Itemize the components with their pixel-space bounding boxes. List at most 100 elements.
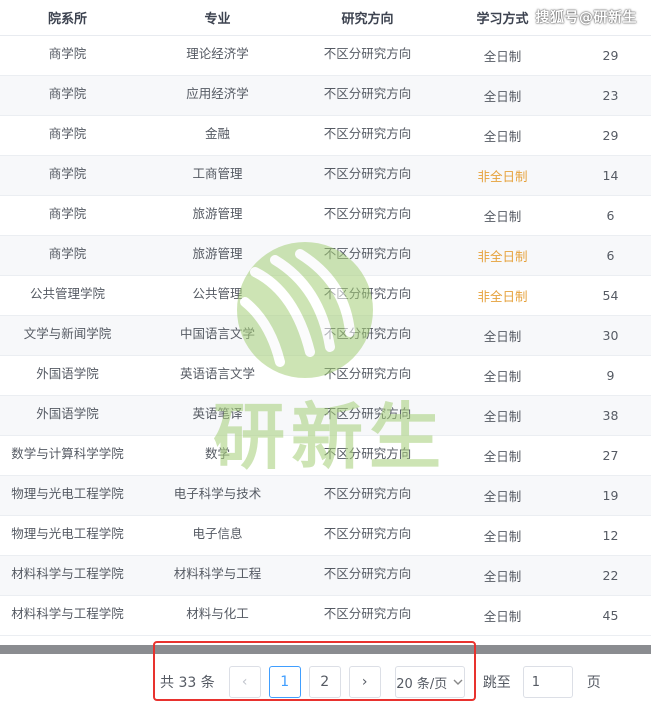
cell-study-mode: 全日制 — [483, 409, 522, 424]
jump-label: 跳至 — [482, 675, 511, 691]
table-row[interactable]: 物理与光电工程学院 电子信息 不区分研究方向 全日制 12 — [0, 516, 651, 556]
total-count: 共 33 条 — [160, 675, 215, 691]
cell-dept: 商学院 — [48, 246, 87, 261]
cell-direction: 不区分研究方向 — [323, 206, 412, 221]
table-row[interactable]: 物理与光电工程学院 电子科学与技术 不区分研究方向 全日制 19 — [0, 476, 651, 516]
cell-major: 英语语言文学 — [179, 366, 255, 381]
cell-study-mode: 全日制 — [483, 209, 522, 224]
cell-study-mode: 全日制 — [483, 129, 522, 144]
table-row[interactable]: 商学院 工商管理 不区分研究方向 非全日制 14 — [0, 156, 651, 196]
page-size-select[interactable]: 20 条/页 — [394, 666, 465, 698]
column-header-dept[interactable]: 院系所 — [0, 8, 135, 27]
horizontal-scrollbar[interactable] — [0, 645, 651, 654]
cell-major: 电子信息 — [192, 526, 243, 541]
cell-major: 工商管理 — [192, 166, 243, 181]
source-watermark: 搜狐号@研新生 — [535, 10, 637, 26]
cell-direction: 不区分研究方向 — [323, 126, 412, 141]
table-row[interactable]: 商学院 旅游管理 不区分研究方向 全日制 6 — [0, 196, 651, 236]
cell-study-mode: 非全日制 — [477, 289, 528, 304]
cell-dept: 商学院 — [48, 46, 87, 61]
cell-direction: 不区分研究方向 — [323, 366, 412, 381]
cell-dept: 商学院 — [48, 126, 87, 141]
cell-major: 公共管理 — [192, 286, 243, 301]
cell-direction: 不区分研究方向 — [323, 486, 412, 501]
cell-direction: 不区分研究方向 — [323, 526, 412, 541]
pagination: 共 33 条 ‹ 1 2 › 20 条/页 跳至 页 — [160, 666, 601, 698]
column-header-direction[interactable]: 研究方向 — [300, 8, 435, 27]
cell-dept: 物理与光电工程学院 — [11, 526, 124, 541]
cell-major: 材料科学与工程 — [173, 566, 262, 581]
chevron-down-icon — [453, 679, 463, 685]
page-suffix: 页 — [586, 675, 601, 691]
prev-page-button[interactable]: ‹ — [228, 666, 261, 698]
cell-direction: 不区分研究方向 — [323, 86, 412, 101]
table-row[interactable]: 数学与计算科学学院 数学 不区分研究方向 全日制 27 — [0, 436, 651, 476]
cell-count: 27 — [602, 448, 619, 463]
cell-count: 54 — [602, 288, 619, 303]
cell-dept: 商学院 — [48, 86, 87, 101]
cell-study-mode: 全日制 — [483, 609, 522, 624]
cell-dept: 外国语学院 — [36, 366, 99, 381]
cell-major: 应用经济学 — [186, 86, 249, 101]
cell-count: 23 — [602, 88, 619, 103]
cell-dept: 商学院 — [48, 166, 87, 181]
page-size-label: 20 条/页 — [396, 676, 448, 692]
column-header-major[interactable]: 专业 — [135, 8, 300, 27]
table-row[interactable]: 商学院 金融 不区分研究方向 全日制 29 — [0, 116, 651, 156]
cell-direction: 不区分研究方向 — [323, 566, 412, 581]
cell-study-mode: 全日制 — [483, 89, 522, 104]
table-row[interactable]: 文学与新闻学院 中国语言文学 不区分研究方向 全日制 30 — [0, 316, 651, 356]
cell-major: 旅游管理 — [192, 246, 243, 261]
cell-major: 数学 — [204, 446, 230, 461]
cell-count: 29 — [602, 48, 619, 63]
cell-major: 旅游管理 — [192, 206, 243, 221]
table-row[interactable]: 材料科学与工程学院 材料科学与工程 不区分研究方向 全日制 22 — [0, 556, 651, 596]
admissions-table: 院系所 专业 研究方向 学习方式 商学院 理论经济学 不区分研究方向 全日制 29 商学院… — [0, 0, 651, 636]
cell-major: 中国语言文学 — [179, 326, 255, 341]
next-page-button[interactable]: › — [348, 666, 381, 698]
cell-direction: 不区分研究方向 — [323, 246, 412, 261]
cell-study-mode: 全日制 — [483, 489, 522, 504]
cell-dept: 材料科学与工程学院 — [11, 566, 124, 581]
cell-count: 29 — [602, 128, 619, 143]
table-row[interactable]: 外国语学院 英语语言文学 不区分研究方向 全日制 9 — [0, 356, 651, 396]
chevron-left-icon: ‹ — [241, 674, 248, 690]
cell-count: 45 — [602, 608, 619, 623]
cell-direction: 不区分研究方向 — [323, 446, 412, 461]
cell-study-mode: 全日制 — [483, 569, 522, 584]
cell-study-mode: 非全日制 — [477, 169, 528, 184]
table-row[interactable]: 商学院 旅游管理 不区分研究方向 非全日制 6 — [0, 236, 651, 276]
table-row[interactable]: 材料科学与工程学院 材料与化工 不区分研究方向 全日制 45 — [0, 596, 651, 636]
cell-major: 材料与化工 — [186, 606, 249, 621]
cell-study-mode: 全日制 — [483, 529, 522, 544]
cell-direction: 不区分研究方向 — [323, 406, 412, 421]
page-1-button[interactable]: 1 — [268, 666, 301, 698]
cell-direction: 不区分研究方向 — [323, 606, 412, 621]
cell-dept: 物理与光电工程学院 — [11, 486, 124, 501]
table-row[interactable]: 商学院 理论经济学 不区分研究方向 全日制 29 — [0, 36, 651, 76]
cell-dept: 材料科学与工程学院 — [11, 606, 124, 621]
cell-major: 金融 — [204, 126, 230, 141]
cell-count: 9 — [606, 368, 615, 383]
cell-study-mode: 非全日制 — [477, 249, 528, 264]
table-row[interactable]: 商学院 应用经济学 不区分研究方向 全日制 23 — [0, 76, 651, 116]
jump-page-input[interactable] — [522, 666, 573, 698]
table-row[interactable]: 公共管理学院 公共管理 不区分研究方向 非全日制 54 — [0, 276, 651, 316]
cell-study-mode: 全日制 — [483, 369, 522, 384]
cell-dept: 文学与新闻学院 — [23, 326, 112, 341]
cell-dept: 数学与计算科学学院 — [11, 446, 124, 461]
cell-study-mode: 全日制 — [483, 449, 522, 464]
cell-direction: 不区分研究方向 — [323, 46, 412, 61]
cell-study-mode: 全日制 — [483, 49, 522, 64]
cell-count: 19 — [602, 488, 619, 503]
cell-count: 12 — [602, 528, 619, 543]
table-body: 商学院 理论经济学 不区分研究方向 全日制 29 商学院 应用经济学 不区分研究方向 全日制 23… — [0, 36, 651, 636]
table-row[interactable]: 外国语学院 英语笔译 不区分研究方向 全日制 38 — [0, 396, 651, 436]
cell-count: 30 — [602, 328, 619, 343]
page-2-button[interactable]: 2 — [308, 666, 341, 698]
cell-count: 6 — [606, 248, 615, 263]
chevron-right-icon: › — [361, 674, 368, 690]
cell-count: 14 — [602, 168, 619, 183]
cell-dept: 公共管理学院 — [29, 286, 105, 301]
cell-dept: 商学院 — [48, 206, 87, 221]
